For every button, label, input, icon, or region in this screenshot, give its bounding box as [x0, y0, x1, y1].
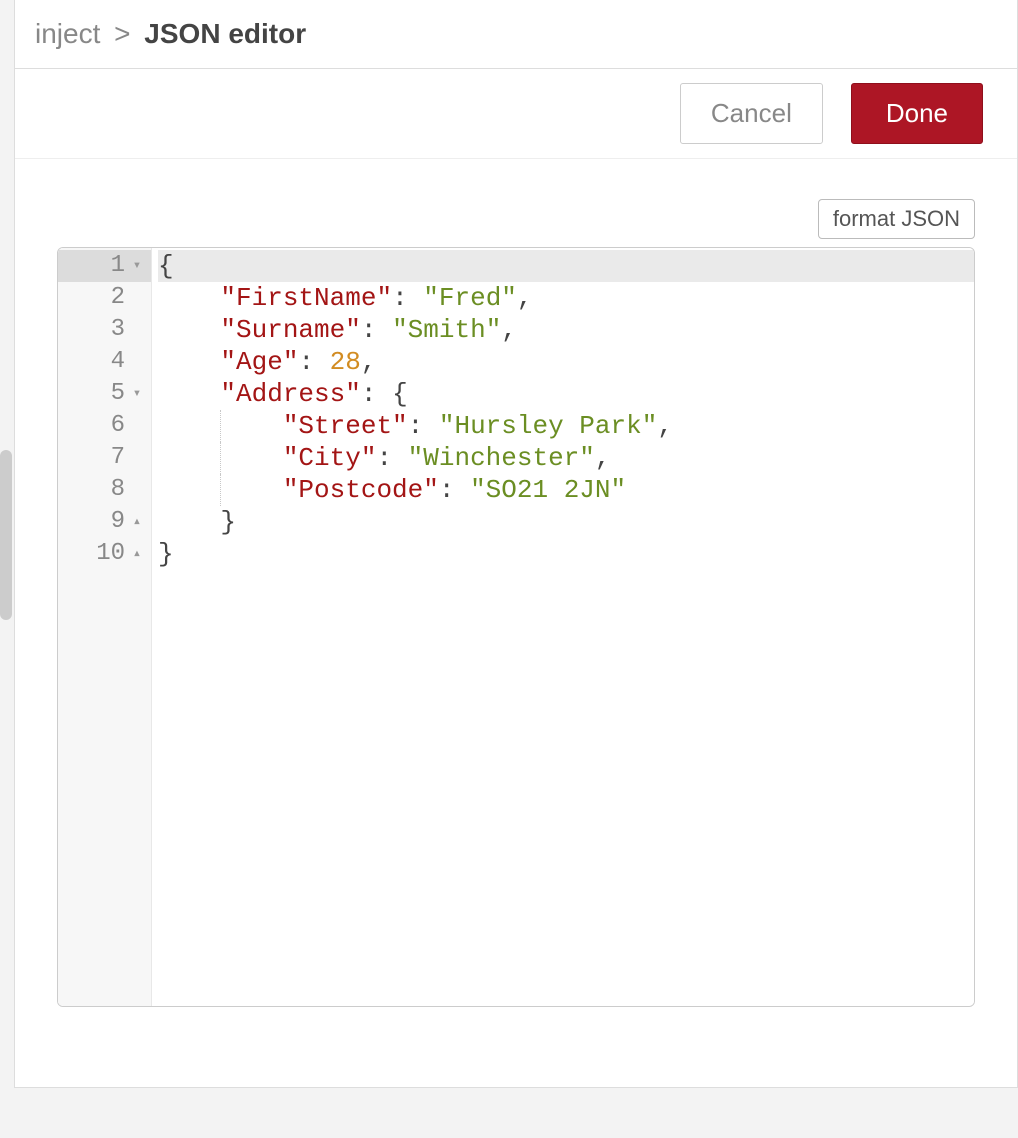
code-line[interactable]: "Postcode": "SO21 2JN"	[158, 474, 974, 506]
token-key: "Street"	[283, 411, 408, 441]
fold-close-icon[interactable]: ▴	[129, 506, 145, 538]
code-line[interactable]: {	[158, 250, 974, 282]
code-line[interactable]: "Age": 28,	[158, 346, 974, 378]
code-line[interactable]: "Surname": "Smith",	[158, 314, 974, 346]
breadcrumb-parent[interactable]: inject	[35, 18, 100, 49]
page-scrollbar[interactable]	[0, 450, 12, 620]
breadcrumb-separator: >	[114, 18, 130, 49]
token-colon: :	[361, 379, 392, 409]
code-line[interactable]: "Address": {	[158, 378, 974, 410]
gutter-line: 7	[58, 442, 151, 474]
token-num: 28	[330, 347, 361, 377]
format-json-button[interactable]: format JSON	[818, 199, 975, 239]
breadcrumb-current: JSON editor	[144, 18, 306, 49]
token-colon: :	[439, 475, 470, 505]
line-number: 8	[111, 474, 129, 506]
line-number: 2	[111, 282, 129, 314]
token-colon: :	[298, 347, 329, 377]
done-button[interactable]: Done	[851, 83, 983, 144]
fold-open-icon[interactable]: ▾	[129, 378, 145, 410]
token-str: "Fred"	[423, 283, 517, 313]
token-brace: }	[158, 539, 174, 569]
gutter-line: 1▾	[58, 250, 151, 282]
fold-open-icon[interactable]: ▾	[129, 250, 145, 282]
token-brace: }	[220, 507, 236, 537]
gutter-line: 10▴	[58, 538, 151, 570]
token-str: "SO21 2JN"	[470, 475, 626, 505]
gutter-line: 3	[58, 314, 151, 346]
indent-guide	[220, 410, 221, 442]
editor-panel: inject > JSON editor Cancel Done format …	[14, 0, 1018, 1088]
token-key: "FirstName"	[220, 283, 392, 313]
fold-close-icon[interactable]: ▴	[129, 538, 145, 570]
token-key: "Address"	[220, 379, 360, 409]
token-key: "Postcode"	[283, 475, 439, 505]
token-colon: :	[408, 411, 439, 441]
code-line[interactable]: "City": "Winchester",	[158, 442, 974, 474]
token-brace: {	[392, 379, 408, 409]
content-area: format JSON 1▾2345▾6789▴10▴ { "FirstName…	[15, 159, 1017, 1088]
json-editor: 1▾2345▾6789▴10▴ { "FirstName": "Fred", "…	[57, 247, 975, 1007]
line-number: 6	[111, 410, 129, 442]
token-comma: ,	[595, 443, 611, 473]
indent-guide	[220, 474, 221, 506]
code-line[interactable]: "Street": "Hursley Park",	[158, 410, 974, 442]
code-line[interactable]: }	[158, 538, 974, 570]
line-number: 1	[111, 250, 129, 282]
token-brace: {	[158, 251, 174, 281]
token-key: "Surname"	[220, 315, 360, 345]
token-comma: ,	[361, 347, 377, 377]
token-comma: ,	[517, 283, 533, 313]
line-number: 3	[111, 314, 129, 346]
code-line[interactable]: "FirstName": "Fred",	[158, 282, 974, 314]
gutter-line: 6	[58, 410, 151, 442]
gutter-line: 5▾	[58, 378, 151, 410]
editor-body[interactable]: 1▾2345▾6789▴10▴ { "FirstName": "Fred", "…	[58, 248, 974, 1006]
token-str: "Hursley Park"	[439, 411, 657, 441]
token-key: "City"	[283, 443, 377, 473]
token-str: "Smith"	[392, 315, 501, 345]
token-str: "Winchester"	[408, 443, 595, 473]
line-number: 4	[111, 346, 129, 378]
cancel-button[interactable]: Cancel	[680, 83, 823, 144]
toolbar: Cancel Done	[15, 69, 1017, 159]
indent-guide	[220, 442, 221, 474]
line-number: 5	[111, 378, 129, 410]
line-number: 9	[111, 506, 129, 538]
gutter-line: 8	[58, 474, 151, 506]
token-comma: ,	[657, 411, 673, 441]
token-colon: :	[361, 315, 392, 345]
gutter-line: 4	[58, 346, 151, 378]
token-key: "Age"	[220, 347, 298, 377]
line-number: 10	[96, 538, 129, 570]
breadcrumb: inject > JSON editor	[15, 0, 1017, 69]
token-colon: :	[376, 443, 407, 473]
gutter-line: 2	[58, 282, 151, 314]
line-number: 7	[111, 442, 129, 474]
editor-gutter: 1▾2345▾6789▴10▴	[58, 248, 152, 1006]
token-comma: ,	[501, 315, 517, 345]
editor-code[interactable]: { "FirstName": "Fred", "Surname": "Smith…	[152, 248, 974, 1006]
gutter-line: 9▴	[58, 506, 151, 538]
token-colon: :	[392, 283, 423, 313]
code-line[interactable]: }	[158, 506, 974, 538]
